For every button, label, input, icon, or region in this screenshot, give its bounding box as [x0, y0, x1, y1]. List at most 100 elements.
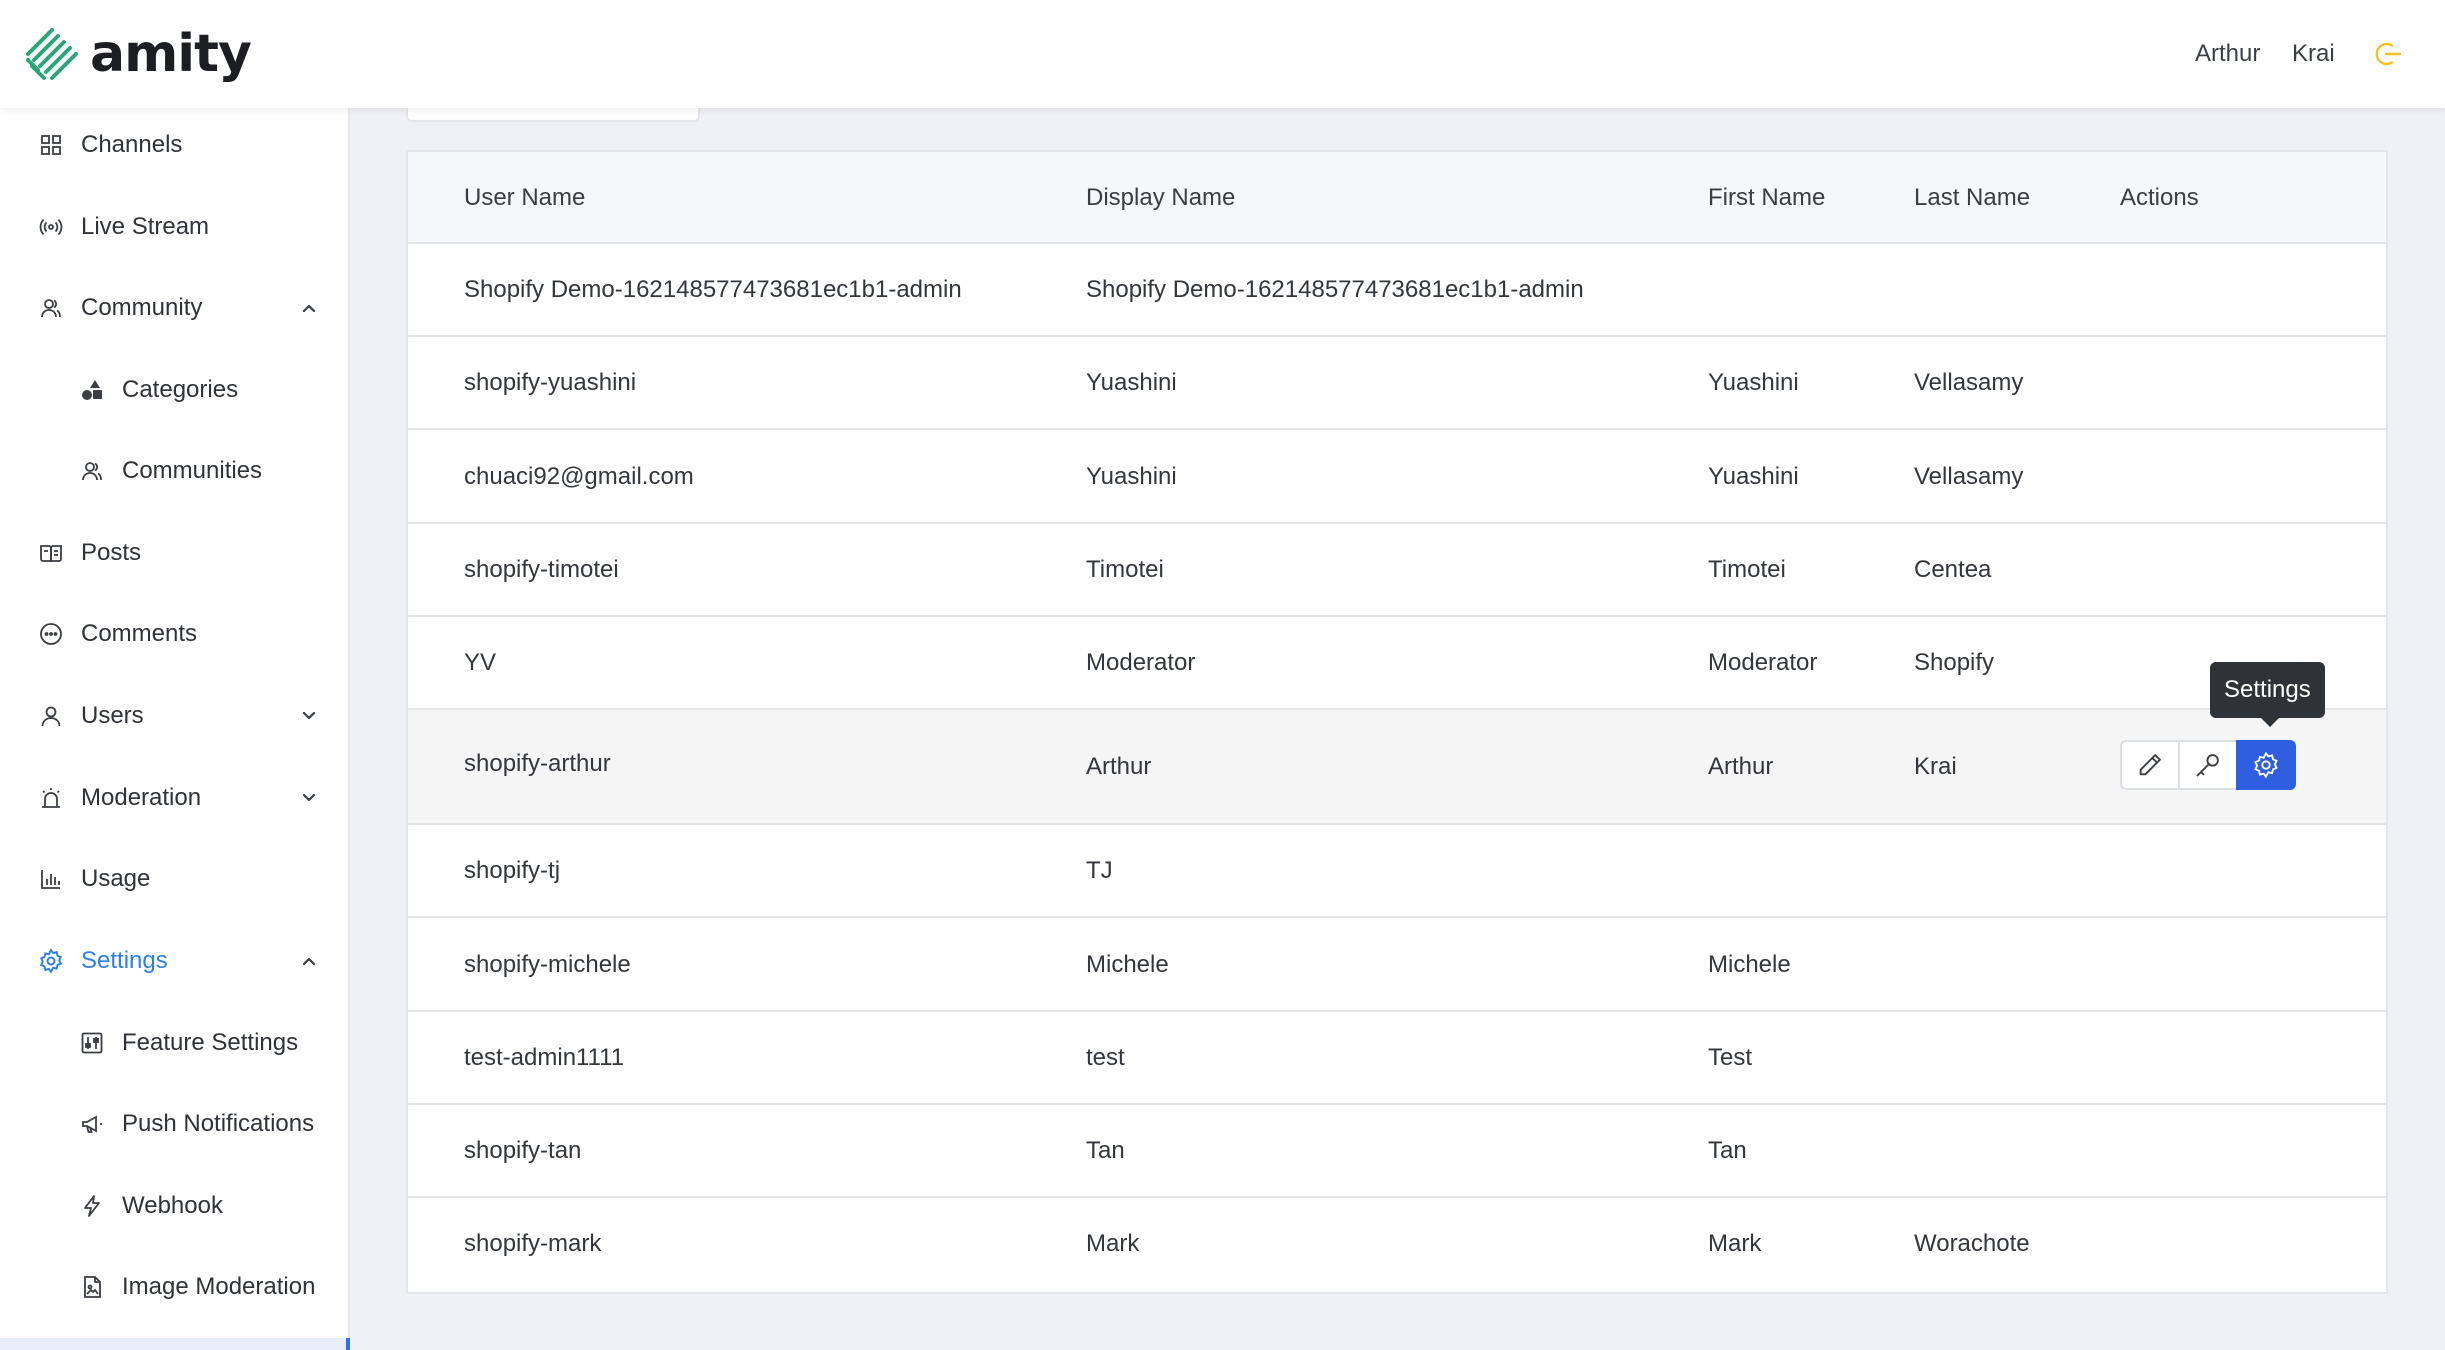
cell-display-name: Shopify Demo-162148577473681ec1b1-admin — [1086, 276, 1584, 303]
sidebar-item-live-stream[interactable]: Live Stream — [0, 195, 348, 259]
table-row[interactable]: test-admin1111 test Test — [408, 1012, 2386, 1105]
sidebar-item-label: Image Moderation — [122, 1273, 316, 1300]
column-header-first-name: First Name — [1708, 184, 1826, 211]
cell-first-name: Test — [1708, 1044, 1753, 1071]
column-header-user-name: User Name — [464, 184, 586, 211]
sidebar-item-label: Channels — [81, 131, 183, 158]
sidebar-item-posts[interactable]: Posts — [0, 521, 348, 585]
people-icon — [79, 458, 105, 484]
sidebar-item-users[interactable]: Users — [0, 684, 348, 748]
sidebar-item-label: Comments — [81, 620, 198, 647]
sidebar-item-label: Usage — [81, 865, 151, 892]
sidebar-item-community[interactable]: Community — [0, 276, 348, 340]
table-row[interactable]: shopify-yuashini Yuashini Yuashini Vella… — [408, 337, 2386, 430]
user-first-name[interactable]: Arthur — [2195, 40, 2260, 68]
cell-display-name: Michele — [1086, 951, 1169, 978]
users-table: User Name Display Name First Name Last N… — [406, 150, 2388, 1294]
sidebar-item-push-notifications[interactable]: Push Notifications — [0, 1092, 348, 1156]
chevron-down-icon[interactable] — [298, 705, 320, 727]
column-header-actions: Actions — [2120, 184, 2199, 211]
sidebar-item-moderation[interactable]: Moderation — [0, 766, 348, 830]
cell-first-name: Tan — [1708, 1137, 1747, 1164]
sidebar-item-channels[interactable]: Channels — [0, 113, 348, 177]
sliders-icon — [79, 1030, 105, 1056]
cell-display-name: TJ — [1086, 857, 1113, 884]
column-header-display-name: Display Name — [1086, 184, 1236, 211]
sidebar-item-webhook[interactable]: Webhook — [0, 1174, 348, 1238]
cell-display-name: Yuashini — [1086, 369, 1177, 396]
cell-first-name: Timotei — [1708, 556, 1786, 583]
cell-user-name: shopify-tan — [464, 1137, 582, 1164]
cell-user-name: shopify-yuashini — [464, 369, 637, 396]
key-icon — [2196, 754, 2219, 777]
table-header: User Name Display Name First Name Last N… — [408, 152, 2386, 244]
cell-last-name: Vellasamy — [1914, 369, 2024, 396]
cell-first-name: Mark — [1708, 1230, 1762, 1257]
logout-icon[interactable] — [2374, 40, 2402, 68]
settings-tooltip: Settings — [2210, 662, 2325, 718]
sidebar-item-image-moderation[interactable]: Image Moderation — [0, 1255, 348, 1319]
cell-last-name: Krai — [1914, 753, 1957, 780]
table-row[interactable]: shopify-tj TJ — [408, 825, 2386, 918]
brand-logo[interactable]: amity — [24, 24, 252, 84]
sidebar-item-label: Webhook — [122, 1192, 223, 1219]
tooltip-arrow — [2261, 718, 2279, 727]
table-row[interactable]: shopify-timotei Timotei Timotei Centea — [408, 524, 2386, 617]
cell-display-name: Timotei — [1086, 556, 1164, 583]
cell-display-name: Yuashini — [1086, 463, 1177, 490]
chevron-down-icon[interactable] — [298, 787, 320, 809]
book-icon — [38, 540, 64, 566]
bolt-icon — [79, 1193, 105, 1219]
sidebar-item-label: Live Stream — [81, 213, 210, 240]
cell-user-name: test-admin1111 — [464, 1044, 625, 1071]
alarm-icon — [38, 785, 64, 811]
table-row[interactable]: shopify-mark Mark Mark Worachote — [408, 1198, 2386, 1292]
settings-button[interactable] — [2236, 740, 2296, 790]
edit-button[interactable] — [2120, 740, 2180, 790]
sidebar-item-label: Community — [81, 294, 203, 321]
sidebar-item-communities[interactable]: Communities — [0, 439, 348, 503]
sidebar-item-label: Posts — [81, 539, 142, 566]
table-row[interactable]: YV Moderator Moderator Shopify — [408, 617, 2386, 710]
sidebar-next-item-peek — [0, 1338, 350, 1350]
sidebar-item-label: Moderation — [81, 784, 202, 811]
sidebar-item-label: Communities — [122, 457, 263, 484]
sidebar-item-label: Feature Settings — [122, 1029, 299, 1056]
sidebar-item-label: Push Notifications — [122, 1110, 315, 1137]
table-row[interactable]: Shopify Demo-162148577473681ec1b1-admin … — [408, 244, 2386, 337]
cell-user-name: Shopify Demo-162148577473681ec1b1-admin — [464, 276, 962, 303]
top-header: amity Arthur Krai — [0, 0, 2445, 108]
gear-icon — [38, 948, 64, 974]
table-row[interactable]: chuaci92@gmail.com Yuashini Yuashini Vel… — [408, 430, 2386, 524]
brand-name: amity — [90, 24, 252, 84]
gear-icon — [2254, 751, 2278, 779]
cell-display-name: Arthur — [1086, 753, 1152, 780]
pencil-icon — [2139, 754, 2161, 776]
sidebar-item-label: Users — [81, 702, 144, 729]
table-row[interactable]: shopify-michele Michele Michele — [408, 918, 2386, 1012]
sidebar-item-label: Settings — [81, 947, 168, 974]
key-button[interactable] — [2178, 740, 2238, 790]
sidebar-item-comments[interactable]: Comments — [0, 602, 348, 666]
cell-user-name: shopify-arthur — [464, 750, 611, 777]
sidebar-item-usage[interactable]: Usage — [0, 847, 348, 911]
sidebar-item-feature-settings[interactable]: Feature Settings — [0, 1011, 348, 1075]
chevron-up-icon[interactable] — [298, 297, 320, 319]
table-row[interactable]: shopify-tan Tan Tan — [408, 1105, 2386, 1198]
cell-last-name: Worachote — [1914, 1230, 2030, 1257]
cell-last-name: Vellasamy — [1914, 463, 2024, 490]
broadcast-icon — [38, 214, 64, 240]
row-actions — [2120, 740, 2296, 790]
chat-bubble-icon — [38, 621, 64, 647]
cell-display-name: Tan — [1086, 1137, 1125, 1164]
sidebar-item-categories[interactable]: Categories — [0, 358, 348, 422]
file-image-icon — [79, 1274, 105, 1300]
user-last-name[interactable]: Krai — [2292, 40, 2335, 68]
table-row-hovered[interactable]: shopify-arthur Arthur Arthur Krai — [408, 710, 2386, 825]
grid-icon — [38, 132, 64, 158]
column-header-last-name: Last Name — [1914, 184, 2031, 211]
cell-display-name: Moderator — [1086, 649, 1196, 676]
chevron-up-icon[interactable] — [298, 950, 320, 972]
sidebar-item-settings[interactable]: Settings — [0, 929, 348, 993]
cell-user-name: shopify-tj — [464, 857, 561, 884]
